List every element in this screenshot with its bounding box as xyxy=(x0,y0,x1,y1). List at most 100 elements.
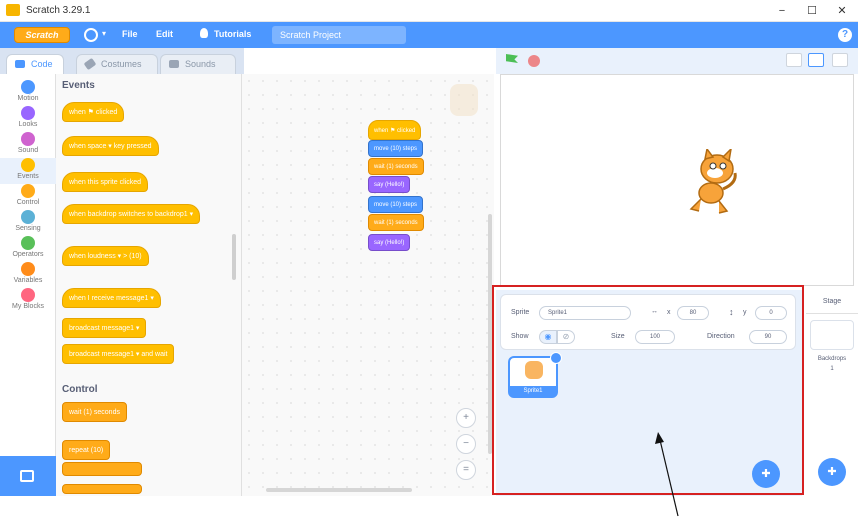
palette-block[interactable]: when space ▾ key pressed xyxy=(62,136,159,156)
language-caret-icon[interactable]: ▾ xyxy=(102,29,106,38)
tab-costumes-label: Costumes xyxy=(101,59,142,69)
script-block[interactable]: say (Hello!) xyxy=(368,176,411,193)
tab-code[interactable]: Code xyxy=(6,54,64,74)
palette-block[interactable]: when I receive message1 ▾ xyxy=(62,288,161,308)
palette-block[interactable]: broadcast message1 ▾ xyxy=(62,318,147,338)
variables-dot-icon xyxy=(21,262,35,276)
brush-icon xyxy=(83,57,97,71)
help-icon[interactable]: ? xyxy=(838,28,852,42)
script-block[interactable]: move (10) steps xyxy=(368,196,424,213)
backdrops-count: 1 xyxy=(830,366,834,372)
category-label: Control xyxy=(16,199,40,206)
sensing-dot-icon xyxy=(21,210,35,224)
category-sensing[interactable]: Sensing xyxy=(0,210,56,236)
edit-menu[interactable]: Edit xyxy=(156,29,173,39)
title-bar: Scratch 3.29.1 − ☐ ✕ xyxy=(0,0,858,22)
sound-dot-icon xyxy=(21,132,35,146)
category-events[interactable]: Events xyxy=(0,158,56,184)
palette-block[interactable]: repeat (10) xyxy=(62,440,111,460)
zoom-out-button[interactable]: − xyxy=(456,434,476,454)
extension-icon xyxy=(20,470,34,482)
file-menu[interactable]: File xyxy=(122,29,138,39)
category-label: Events xyxy=(17,173,39,180)
stop-sign-icon[interactable] xyxy=(528,55,540,67)
category-my-blocks[interactable]: My Blocks xyxy=(0,288,56,314)
looks-dot-icon xyxy=(21,106,35,120)
category-label: Sensing xyxy=(15,225,41,232)
tutorials-menu[interactable]: Tutorials xyxy=(214,29,251,39)
scratch-logo[interactable]: Scratch xyxy=(14,27,70,43)
add-extension-button[interactable] xyxy=(0,456,56,496)
backdrops-label-text: Backdrops xyxy=(817,356,847,362)
category-looks[interactable]: Looks xyxy=(0,106,56,132)
category-variables[interactable]: Variables xyxy=(0,262,56,288)
normal-stage-button[interactable] xyxy=(808,53,824,67)
scratch-cat-sprite-icon[interactable] xyxy=(685,149,741,215)
category-label: My Blocks xyxy=(12,303,44,310)
workspace-horizontal-scrollbar[interactable] xyxy=(266,488,412,492)
palette-block[interactable]: when this sprite clicked xyxy=(62,172,148,192)
scratch-app-icon xyxy=(6,4,20,16)
palette-block[interactable]: when loudness ▾ > (10) xyxy=(62,246,149,266)
annotation-highlight-box xyxy=(492,285,804,495)
tab-code-label: Code xyxy=(31,59,53,69)
palette-block-partial[interactable] xyxy=(62,484,142,494)
category-label: Motion xyxy=(17,95,39,102)
green-flag-icon[interactable] xyxy=(506,54,518,63)
language-globe-icon[interactable] xyxy=(84,28,98,42)
category-label: Sound xyxy=(17,147,39,154)
script-block[interactable]: wait (1) seconds xyxy=(368,214,424,231)
palette-scrollbar[interactable] xyxy=(232,234,236,280)
tutorials-lightbulb-icon xyxy=(200,28,208,38)
sprite-watermark-icon xyxy=(450,84,478,116)
repeat-block-body[interactable] xyxy=(62,462,142,476)
palette-block[interactable]: when backdrop switches to backdrop1 ▾ xyxy=(62,204,201,224)
small-stage-button[interactable] xyxy=(786,53,802,67)
project-title-field[interactable]: Scratch Project xyxy=(272,26,406,44)
category-label: Looks xyxy=(18,121,38,128)
category-control[interactable]: Control xyxy=(0,184,56,210)
category-menu: Motion Looks Sound Events Control Sensin… xyxy=(0,74,56,496)
scratch-window: Scratch 3.29.1 − ☐ ✕ Scratch ▾ File Edit… xyxy=(0,0,858,518)
menu-bar: Scratch ▾ File Edit Tutorials Scratch Pr… xyxy=(0,22,858,48)
zoom-in-button[interactable]: + xyxy=(456,408,476,428)
zoom-reset-button[interactable]: = xyxy=(456,460,476,480)
script-block[interactable]: when ⚑ clicked xyxy=(368,120,422,140)
my-blocks-dot-icon xyxy=(21,288,35,302)
category-operators[interactable]: Operators xyxy=(0,236,56,262)
close-button[interactable]: ✕ xyxy=(830,3,854,19)
backdrop-plus-icon: ✚ xyxy=(827,466,837,478)
tab-costumes[interactable]: Costumes xyxy=(76,54,158,74)
category-label: Variables xyxy=(13,277,43,284)
stage-thumbnail[interactable] xyxy=(810,320,854,350)
fullscreen-button[interactable] xyxy=(832,53,848,67)
script-workspace[interactable]: when ⚑ clicked move (10) steps wait (1) … xyxy=(242,74,494,496)
script-block[interactable]: move (10) steps xyxy=(368,140,424,157)
category-sound[interactable]: Sound xyxy=(0,132,56,158)
stage-canvas[interactable] xyxy=(500,74,854,286)
palette-block[interactable]: wait (1) seconds xyxy=(62,402,127,422)
category-motion[interactable]: Motion xyxy=(0,80,56,106)
editor-tabs: Code Costumes Sounds xyxy=(0,48,244,74)
script-block[interactable]: say (Hello!) xyxy=(368,234,411,251)
block-palette: Events when ⚑ clicked when space ▾ key p… xyxy=(56,74,242,496)
stage-header xyxy=(496,48,858,74)
script-block[interactable]: wait (1) seconds xyxy=(368,158,424,175)
palette-block[interactable]: when ⚑ clicked xyxy=(62,102,125,122)
stage-selector[interactable]: Stage Backdrops 1 ✚ xyxy=(806,290,858,496)
backdrops-label: Backdrops 1 xyxy=(806,354,858,374)
speaker-icon xyxy=(169,60,179,68)
maximize-button[interactable]: ☐ xyxy=(800,3,824,19)
motion-dot-icon xyxy=(21,80,35,94)
choose-backdrop-button[interactable]: ✚ xyxy=(818,458,846,486)
category-label: Operators xyxy=(12,251,44,258)
stage-selector-title: Stage xyxy=(806,290,858,314)
code-icon xyxy=(15,60,25,68)
events-dot-icon xyxy=(21,158,35,172)
tab-sounds[interactable]: Sounds xyxy=(160,54,236,74)
window-title: Scratch 3.29.1 xyxy=(26,5,91,16)
palette-block[interactable]: broadcast message1 ▾ and wait xyxy=(62,344,175,364)
minimize-button[interactable]: − xyxy=(770,3,794,19)
events-heading: Events xyxy=(62,80,95,91)
operators-dot-icon xyxy=(21,236,35,250)
